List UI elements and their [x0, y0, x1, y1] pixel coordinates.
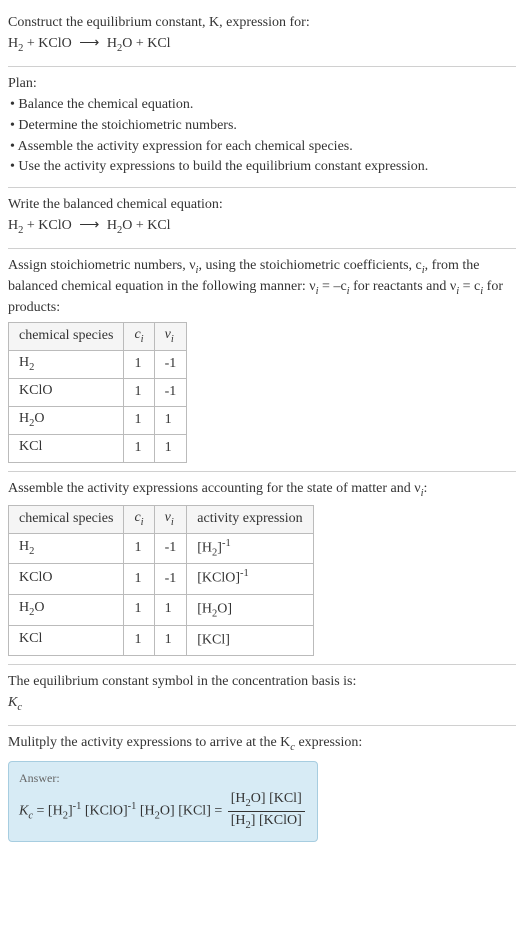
table-header-row: chemical species ci νi [9, 323, 187, 351]
answer-expression: Kc = [H2]-1 [KClO]-1 [H2O] [KCl] = [H2O]… [19, 790, 307, 833]
cell-c: 1 [124, 625, 154, 656]
answer-box: Answer: Kc = [H2]-1 [KClO]-1 [H2O] [KCl]… [8, 761, 318, 842]
table-row: KCl 1 1 [9, 434, 187, 462]
symbol-kc: Kc [8, 694, 516, 715]
cell-species: KCl [9, 434, 124, 462]
symbol-section: The equilibrium constant symbol in the c… [8, 665, 516, 726]
table-header-row: chemical species ci νi activity expressi… [9, 505, 314, 533]
cell-v: -1 [154, 564, 187, 595]
species-kcl: KCl [147, 218, 170, 233]
cell-activity: [KClO]-1 [187, 564, 313, 595]
arrow-icon: ⟶ [75, 218, 103, 233]
stoich-table: chemical species ci νi H2 1 -1 KClO 1 -1… [8, 322, 187, 463]
assign-text: Assign stoichiometric numbers, νi, using… [8, 257, 516, 318]
table-row: H2O 1 1 [9, 406, 187, 434]
final-section: Mulitply the activity expressions to arr… [8, 726, 516, 850]
col-v: νi [154, 323, 187, 351]
arrow-icon: ⟶ [75, 36, 103, 51]
final-title: Mulitply the activity expressions to arr… [8, 734, 516, 755]
cell-activity: [H2]-1 [187, 533, 313, 564]
balanced-section: Write the balanced chemical equation: H2… [8, 188, 516, 249]
cell-c: 1 [124, 595, 154, 626]
col-c: ci [124, 323, 154, 351]
fraction-denominator: [H2] [KClO] [228, 812, 305, 833]
answer-label: Answer: [19, 770, 307, 786]
species-kclo: KClO [38, 36, 71, 51]
plan-bullet-2: • Determine the stoichiometric numbers. [8, 117, 516, 136]
cell-species: H2O [9, 406, 124, 434]
cell-activity: [H2O] [187, 595, 313, 626]
species-kcl: KCl [147, 36, 170, 51]
cell-v: -1 [154, 350, 187, 378]
table-row: KClO 1 -1 [9, 378, 187, 406]
species-h2: H2 [8, 218, 23, 233]
fraction-numerator: [H2O] [KCl] [228, 790, 305, 812]
plan-title: Plan: [8, 75, 516, 94]
intro-text: Construct the equilibrium constant, K, e… [8, 15, 310, 30]
intro-line1: Construct the equilibrium constant, K, e… [8, 14, 516, 33]
species-h2: H2 [8, 36, 23, 51]
table-row: H2O 1 1 [H2O] [9, 595, 314, 626]
species-h2o: H2O [107, 218, 133, 233]
cell-v: -1 [154, 533, 187, 564]
balanced-title: Write the balanced chemical equation: [8, 196, 516, 215]
plan-bullet-4: • Use the activity expressions to build … [8, 158, 516, 177]
fraction: [H2O] [KCl] [H2] [KClO] [228, 790, 305, 833]
cell-species: H2 [9, 350, 124, 378]
col-species: chemical species [9, 323, 124, 351]
activity-title: Assemble the activity expressions accoun… [8, 480, 516, 501]
plan-section: Plan: • Balance the chemical equation. •… [8, 67, 516, 188]
table-row: H2 1 -1 [H2]-1 [9, 533, 314, 564]
balanced-equation: H2 + KClO ⟶ H2O + KCl [8, 217, 516, 238]
col-activity: activity expression [187, 505, 313, 533]
cell-c: 1 [124, 406, 154, 434]
table-row: KCl 1 1 [KCl] [9, 625, 314, 656]
intro-equation: H2 + KClO ⟶ H2O + KCl [8, 35, 516, 56]
col-v: νi [154, 505, 187, 533]
cell-c: 1 [124, 378, 154, 406]
plan-bullet-3: • Assemble the activity expression for e… [8, 138, 516, 157]
cell-activity: [KCl] [187, 625, 313, 656]
cell-v: 1 [154, 595, 187, 626]
cell-species: H2O [9, 595, 124, 626]
cell-species: KClO [9, 378, 124, 406]
table-row: H2 1 -1 [9, 350, 187, 378]
cell-v: 1 [154, 434, 187, 462]
cell-c: 1 [124, 350, 154, 378]
species-kclo: KClO [38, 218, 71, 233]
species-h2o: H2O [107, 36, 133, 51]
cell-c: 1 [124, 564, 154, 595]
col-c: ci [124, 505, 154, 533]
plan-bullet-1: • Balance the chemical equation. [8, 96, 516, 115]
cell-species: KCl [9, 625, 124, 656]
symbol-line1: The equilibrium constant symbol in the c… [8, 673, 516, 692]
assign-section: Assign stoichiometric numbers, νi, using… [8, 249, 516, 472]
cell-c: 1 [124, 434, 154, 462]
cell-c: 1 [124, 533, 154, 564]
cell-species: KClO [9, 564, 124, 595]
activity-section: Assemble the activity expressions accoun… [8, 472, 516, 665]
cell-v: -1 [154, 378, 187, 406]
cell-species: H2 [9, 533, 124, 564]
col-species: chemical species [9, 505, 124, 533]
cell-v: 1 [154, 406, 187, 434]
activity-table: chemical species ci νi activity expressi… [8, 505, 314, 656]
intro-section: Construct the equilibrium constant, K, e… [8, 6, 516, 67]
cell-v: 1 [154, 625, 187, 656]
table-row: KClO 1 -1 [KClO]-1 [9, 564, 314, 595]
